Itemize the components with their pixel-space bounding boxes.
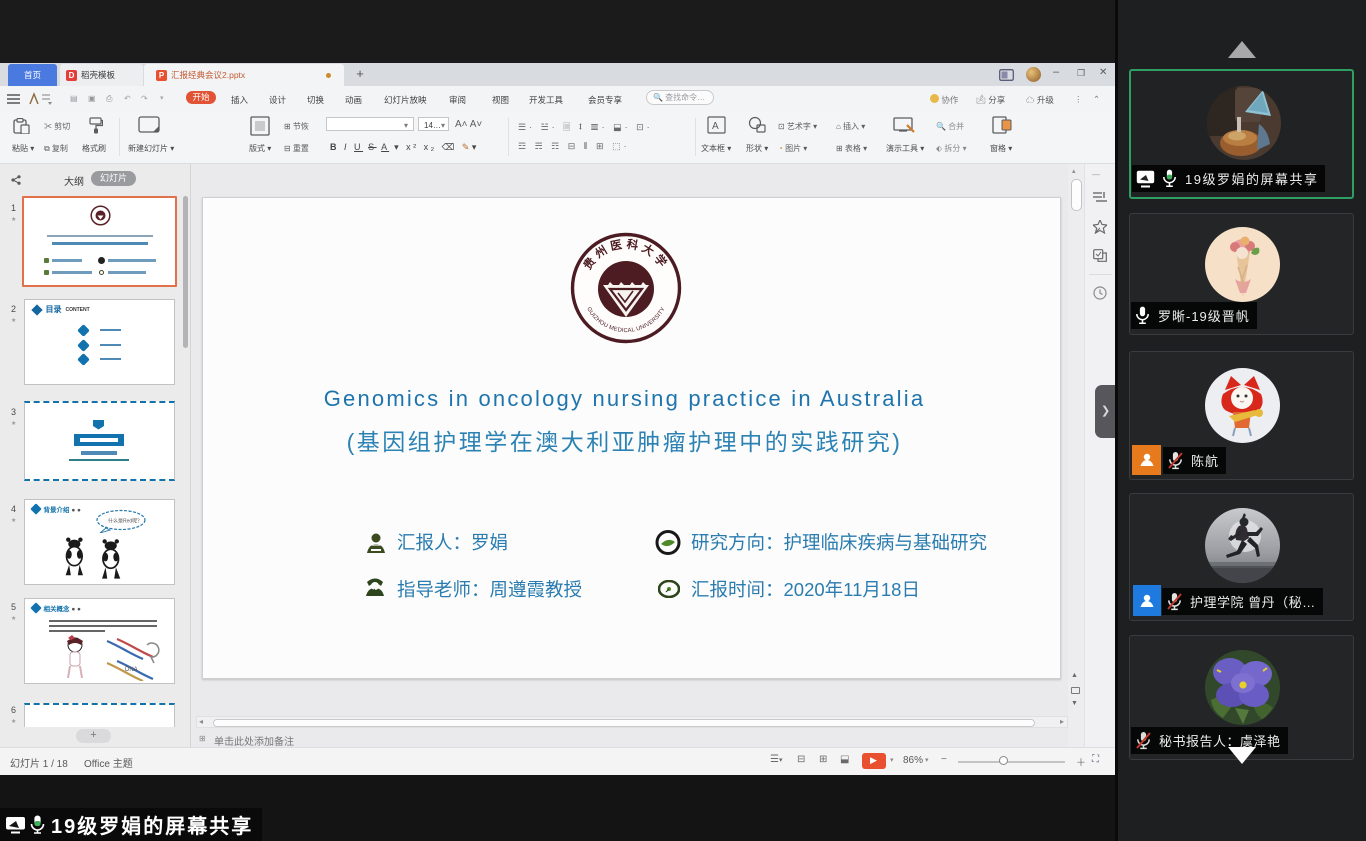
svg-text:什么是Red呢？: 什么是Red呢？ — [108, 518, 142, 525]
svg-text:DNA: DNA — [125, 667, 138, 673]
svg-text:A: A — [712, 121, 719, 132]
